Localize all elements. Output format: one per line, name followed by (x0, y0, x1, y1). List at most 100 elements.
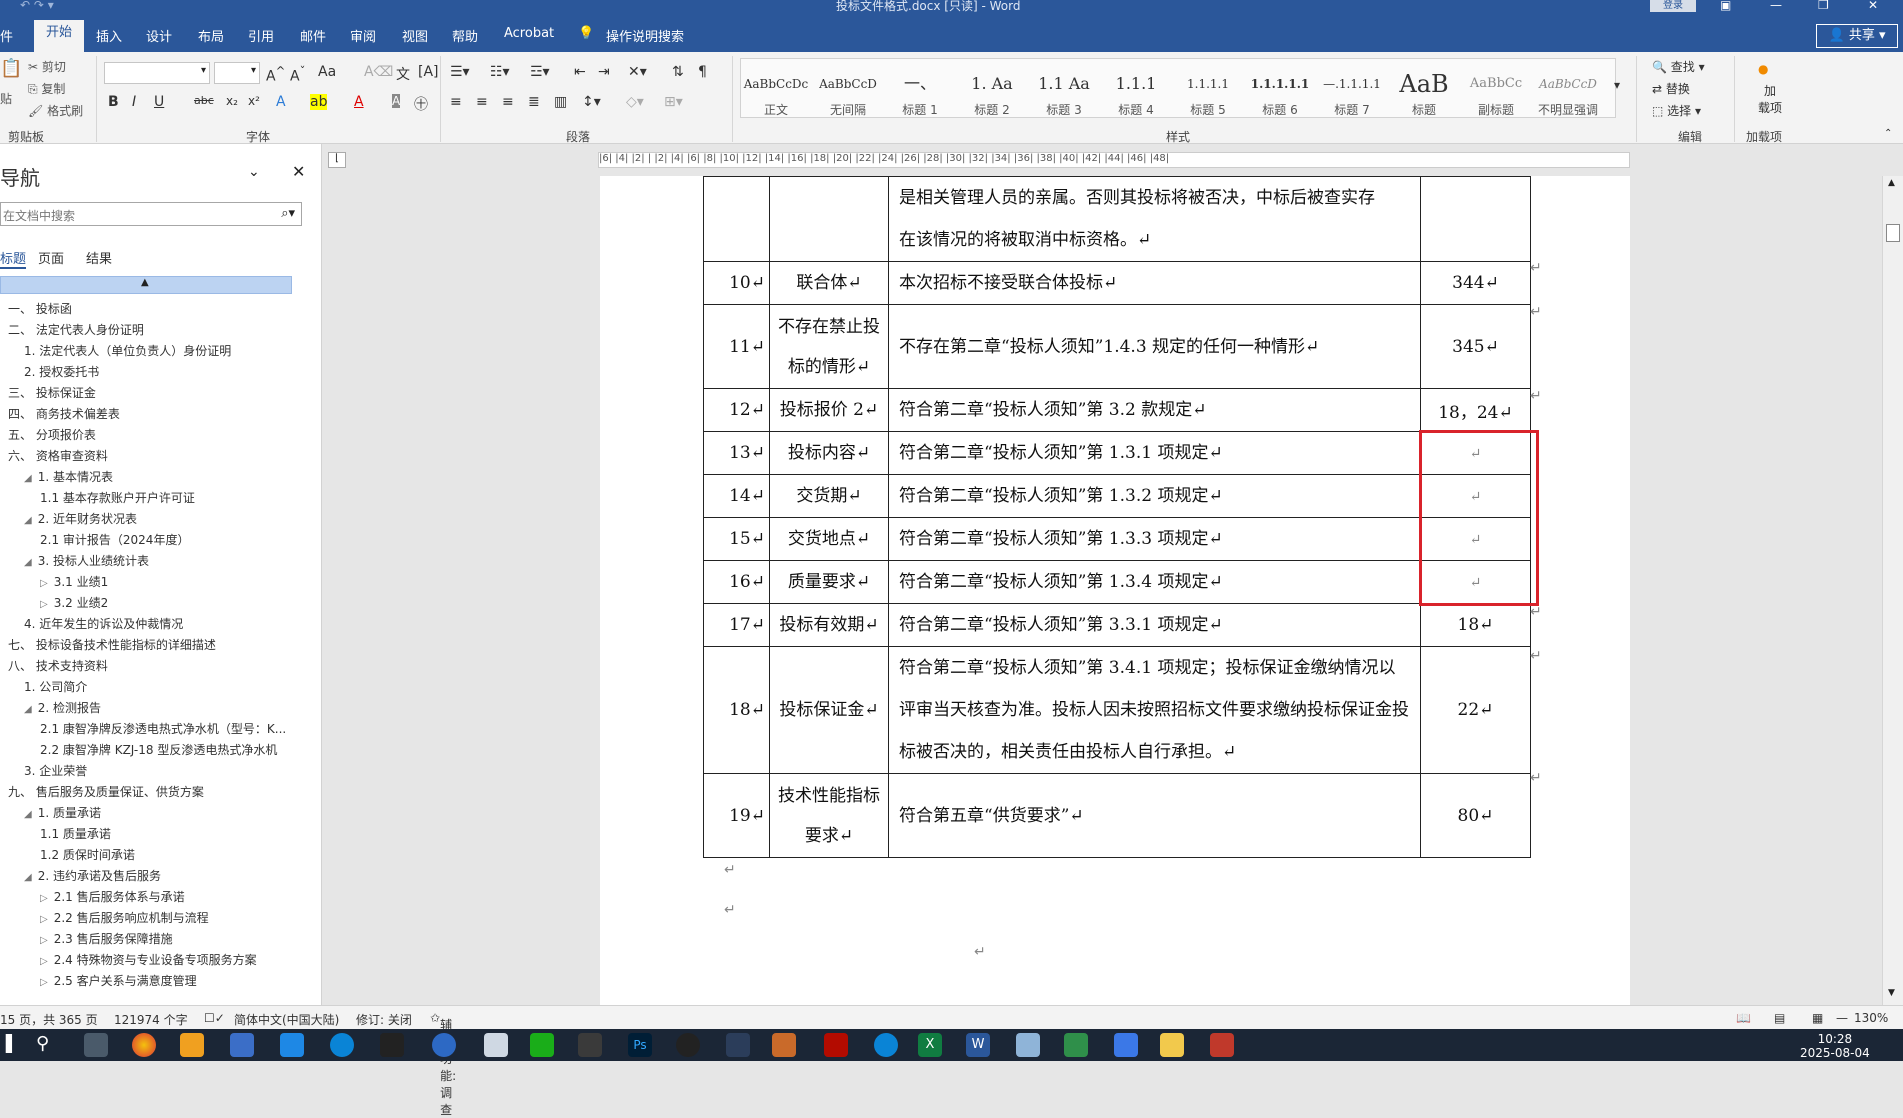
table-cell[interactable]: 80↵ (1420, 773, 1531, 858)
word-count[interactable]: 121974 个字 (114, 1011, 188, 1028)
nav-selected-heading[interactable]: ▲ (0, 276, 292, 294)
nav-heading-item[interactable]: ▷ 2.5 客户关系与满意度管理 (40, 972, 197, 989)
style-no-spacing[interactable]: AaBbCcD 无间隔 (813, 67, 883, 123)
table-cell[interactable]: 质量要求↵ (769, 560, 889, 604)
qq-icon[interactable] (676, 1033, 700, 1057)
track-changes-status[interactable]: 修订: 关闭 (356, 1011, 412, 1028)
distributed-icon[interactable]: ▥ (554, 94, 567, 110)
read-mode-icon[interactable]: 📖 (1736, 1011, 1751, 1025)
expand-right-icon[interactable]: ▷ (40, 977, 48, 988)
store-icon[interactable] (280, 1033, 304, 1057)
style-heading-7[interactable]: —.1.1.1.1 标题 7 (1317, 67, 1387, 123)
table-cell[interactable]: 本次招标不接受联合体投标↵ (888, 261, 1421, 305)
nav-heading-item[interactable]: ◢ 1. 质量承诺 (24, 804, 101, 821)
style-title[interactable]: AaB 标题 (1389, 67, 1459, 123)
table-cell[interactable] (769, 176, 889, 262)
horizontal-ruler[interactable]: |6| |4| |2| | |2| |4| |6| |8| |10| |12| … (598, 152, 1630, 168)
table-cell[interactable]: 345↵ (1420, 304, 1531, 389)
sort-icon[interactable]: ⇅ (672, 64, 684, 80)
expand-right-icon[interactable]: ▷ (40, 893, 48, 904)
nav-heading-item[interactable]: 三、 投标保证金 (8, 384, 96, 401)
subscript-icon[interactable]: x₂ (226, 94, 238, 108)
accessibility-status[interactable]: ✩ 辅助功能: 调查 (430, 1011, 456, 1117)
nav-heading-item[interactable]: 2.2 康智净牌 KZJ-18 型反渗透电热式净水机 (40, 741, 277, 758)
paste-icon[interactable]: 📋 (0, 58, 22, 79)
style-heading-1[interactable]: 一、 标题 1 (885, 67, 955, 123)
folder-app-icon[interactable] (180, 1033, 204, 1057)
nav-tab-headings[interactable]: 标题 (0, 248, 27, 269)
nav-heading-item[interactable]: ▷ 2.1 售后服务体系与承诺 (40, 888, 185, 905)
file-explorer-icon[interactable] (1160, 1033, 1184, 1057)
zoom-slider[interactable]: — (1836, 1011, 1848, 1025)
expand-right-icon[interactable]: ▷ (40, 599, 48, 610)
table-cell[interactable] (703, 176, 770, 262)
tell-me-search[interactable]: 操作说明搜索 (606, 26, 684, 45)
select-button[interactable]: ⬚ 选择 ▾ (1652, 102, 1701, 119)
expand-down-icon[interactable]: ◢ (24, 557, 32, 568)
bird-icon[interactable] (726, 1033, 750, 1057)
char-shading-icon[interactable]: A (392, 94, 401, 108)
table-cell[interactable]: 15↵ (703, 517, 770, 561)
expand-right-icon[interactable]: ▷ (40, 914, 48, 925)
tab-home[interactable]: 开始 (34, 20, 85, 52)
table-cell[interactable]: 14↵ (703, 474, 770, 518)
table-cell[interactable]: 投标报价 2↵ (769, 388, 889, 432)
copy-button[interactable]: ⎘ 复制 (28, 80, 65, 97)
format-painter-button[interactable]: 🖌 格式刷 (28, 102, 83, 119)
nav-heading-item[interactable]: ◢ 2. 检测报告 (24, 699, 101, 716)
tab-selector[interactable]: ⌊ (328, 152, 346, 168)
table-cell[interactable]: 13↵ (703, 431, 770, 475)
table-cell[interactable]: 符合第二章“投标人须知”第 3.3.1 项规定↵ (888, 603, 1421, 647)
table-cell[interactable]: 联合体↵ (769, 261, 889, 305)
close-icon[interactable]: ✕ (292, 162, 305, 181)
clear-formatting-icon[interactable]: A⌫ (364, 64, 393, 80)
quick-access-toolbar[interactable]: ↶ ↷ ▾ (20, 0, 54, 12)
windows-start-icon[interactable]: ▌ (6, 1034, 18, 1053)
web-layout-icon[interactable]: ▦ (1812, 1011, 1823, 1025)
table-cell[interactable]: 投标有效期↵ (769, 603, 889, 647)
line-spacing-icon[interactable]: ↕▾ (582, 94, 601, 110)
table-cell[interactable]: 17↵ (703, 603, 770, 647)
tab-references[interactable]: 引用 (248, 26, 274, 45)
enclose-char-icon[interactable]: ㊉ (414, 94, 428, 114)
tab-review[interactable]: 审阅 (350, 26, 376, 45)
expand-right-icon[interactable]: ▷ (40, 956, 48, 967)
style-heading-5[interactable]: 1.1.1.1 标题 5 (1173, 67, 1243, 123)
expand-down-icon[interactable]: ◢ (24, 473, 32, 484)
load-addins-button[interactable]: 加载项 (1752, 82, 1788, 116)
table-cell[interactable]: 符合第二章“投标人须知”第 1.3.3 项规定↵ (888, 517, 1421, 561)
scroll-down-icon[interactable]: ▼ (1888, 988, 1895, 998)
phonetic-guide-icon[interactable]: 文 (396, 64, 410, 84)
nav-heading-item[interactable]: 七、 投标设备技术性能指标的详细描述 (8, 636, 216, 653)
tab-view[interactable]: 视图 (402, 26, 428, 45)
close-window-icon[interactable]: ✕ (1868, 0, 1878, 12)
table-cell[interactable]: 交货地点↵ (769, 517, 889, 561)
table-cell[interactable]: 18，24↵ (1420, 388, 1531, 432)
table-cell[interactable]: 10↵ (703, 261, 770, 305)
file-icon[interactable] (484, 1033, 508, 1057)
table-cell[interactable]: 18↵ (703, 646, 770, 774)
excel-icon[interactable]: X (918, 1033, 942, 1057)
bold-icon[interactable]: B (108, 94, 119, 110)
nav-heading-item[interactable]: 2.1 康智净牌反渗透电热式净水机（型号：K... (40, 720, 286, 737)
calendar-icon[interactable] (1114, 1033, 1138, 1057)
nav-heading-item[interactable]: 1. 公司简介 (24, 678, 87, 695)
vertical-scrollbar[interactable]: ▲ ▼ (1882, 176, 1903, 1005)
bullets-icon[interactable]: ☰▾ (450, 64, 470, 80)
system-clock[interactable]: 10:28 2025-08-04 (1800, 1032, 1870, 1060)
restore-icon[interactable]: ❐ (1818, 0, 1829, 12)
nav-heading-item[interactable]: 1. 法定代表人（单位负责人）身份证明 (24, 342, 231, 359)
calculator-icon[interactable] (84, 1033, 108, 1057)
table-cell[interactable]: 是相关管理人员的亲属。否则其投标将被否决，中标后被查实存 在该情况的将被取消中标资… (888, 176, 1421, 262)
underline-icon[interactable]: U (154, 94, 164, 110)
align-left-icon[interactable]: ≡ (450, 94, 462, 110)
nav-heading-item[interactable]: 八、 技术支持资料 (8, 657, 108, 674)
strikethrough-icon[interactable]: abc (194, 94, 214, 107)
people-icon[interactable] (230, 1033, 254, 1057)
table-cell[interactable]: 344↵ (1420, 261, 1531, 305)
wechat-icon[interactable] (530, 1033, 554, 1057)
nav-heading-item[interactable]: ◢ 2. 违约承诺及售后服务 (24, 867, 161, 884)
nav-heading-item[interactable]: 四、 商务技术偏差表 (8, 405, 120, 422)
scroll-thumb[interactable] (1886, 224, 1900, 242)
browser-icon[interactable] (330, 1033, 354, 1057)
